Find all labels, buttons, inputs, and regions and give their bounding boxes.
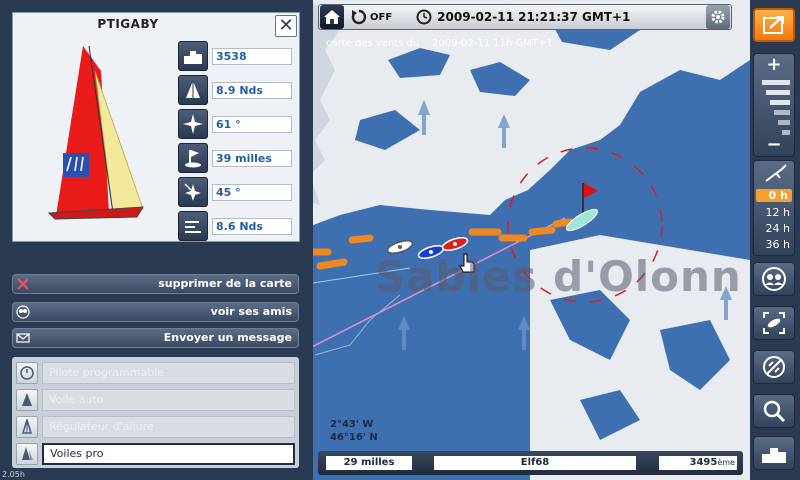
refresh-icon[interactable] bbox=[350, 8, 368, 26]
ranking-button[interactable] bbox=[753, 436, 795, 470]
compass-heading-icon bbox=[178, 109, 208, 139]
settings-button[interactable] bbox=[706, 5, 730, 29]
option-pro-sails[interactable]: Voiles pro bbox=[16, 443, 295, 465]
friends-group-icon bbox=[762, 267, 786, 291]
boat-card: PTIGABY ✕ 3538 8.9 Nds 61 ° 39 milles 45… bbox=[12, 12, 300, 242]
forecast-option-36h[interactable]: 36 h bbox=[754, 238, 794, 251]
longitude: 2°43' W bbox=[330, 419, 374, 430]
wind-map-date: 2009-02-11 11h GMT+1 bbox=[432, 38, 553, 49]
option-label: Pilote programmable bbox=[42, 362, 295, 384]
left-panel: PTIGABY ✕ 3538 8.9 Nds 61 ° 39 milles 45… bbox=[0, 0, 313, 480]
no-route-icon bbox=[763, 356, 785, 378]
distance-flag-icon bbox=[178, 143, 208, 173]
option-wind-vane[interactable]: Régulateur d'allure bbox=[16, 416, 295, 438]
app-version: 2.05h bbox=[2, 470, 25, 479]
map-view[interactable]: Sables d'Olonn carte des vents du 2009-0… bbox=[300, 0, 750, 480]
boat-sail-illustration bbox=[47, 45, 144, 220]
plus-icon: + bbox=[766, 54, 782, 75]
center-target-icon bbox=[763, 312, 785, 334]
option-label: Régulateur d'allure bbox=[42, 416, 295, 438]
send-message-button[interactable]: Envoyer un message bbox=[12, 328, 299, 348]
remove-from-map-label: supprimer de la carte bbox=[158, 277, 292, 290]
zoom-in-button[interactable]: + bbox=[754, 54, 794, 75]
zoom-control[interactable]: + − bbox=[753, 53, 795, 157]
stat-value: 3538 bbox=[212, 47, 292, 65]
close-button[interactable]: ✕ bbox=[275, 15, 297, 37]
forecast-option-12h[interactable]: 12 h bbox=[754, 206, 794, 219]
rank-value: 3495 bbox=[689, 457, 718, 468]
podium-icon bbox=[762, 448, 786, 463]
search-icon bbox=[763, 400, 786, 423]
stat-ranking: 3538 bbox=[178, 41, 292, 71]
center-boat-button[interactable] bbox=[753, 306, 795, 340]
friends-icon bbox=[16, 305, 30, 319]
wind-forecast-icon bbox=[765, 164, 787, 182]
wind-angle-icon bbox=[178, 177, 208, 207]
right-toolbar: + − 0 h 12 h 24 h 36 h bbox=[750, 0, 800, 480]
zoom-level-icon[interactable] bbox=[754, 78, 794, 138]
option-label: Voiles pro bbox=[42, 443, 295, 465]
forecast-option-0h[interactable]: 0 h bbox=[756, 189, 792, 202]
stat-distance: 39 milles bbox=[178, 143, 292, 173]
close-icon: ✕ bbox=[278, 15, 294, 36]
sail-icon bbox=[16, 389, 38, 411]
wind-map-caption: carte des vents du bbox=[326, 38, 420, 49]
ranking-icon bbox=[178, 41, 208, 71]
rank-suffix: ème bbox=[717, 458, 735, 467]
distance-to-arrival: 29 milles bbox=[326, 456, 412, 470]
search-button[interactable] bbox=[753, 394, 795, 428]
expand-window-icon bbox=[763, 16, 784, 34]
latitude: 46°16' N bbox=[330, 432, 378, 443]
wind-vane-icon bbox=[16, 416, 38, 438]
minus-icon: − bbox=[766, 134, 782, 155]
boat-options-panel: Pilote programmable Voile auto Régulateu… bbox=[12, 357, 299, 468]
remove-icon bbox=[17, 278, 29, 290]
friends-button[interactable] bbox=[753, 262, 795, 296]
home-icon bbox=[324, 10, 340, 24]
gear-icon bbox=[711, 10, 725, 24]
forecast-selector: 0 h 12 h 24 h 36 h bbox=[753, 160, 795, 256]
option-label: Voile auto bbox=[42, 389, 295, 411]
stat-heading: 61 ° bbox=[178, 109, 292, 139]
clock-icon bbox=[416, 9, 432, 25]
wind-map-label: carte des vents du 2009-02-11 11h GMT+1 bbox=[326, 38, 553, 49]
see-friends-label: voir ses amis bbox=[210, 305, 292, 318]
option-auto-sail[interactable]: Voile auto bbox=[16, 389, 295, 411]
stat-value: 8.6 Nds bbox=[212, 217, 292, 235]
top-bar: OFF 2009-02-11 21:21:37 GMT+1 bbox=[318, 4, 732, 30]
player-rank: 3495ème bbox=[659, 456, 737, 470]
coordinates: 2°43' W 46°16' N bbox=[330, 418, 378, 444]
stat-wind-speed: 8.6 Nds bbox=[178, 211, 292, 241]
stat-value: 8.9 Nds bbox=[212, 81, 292, 99]
option-autopilot[interactable]: Pilote programmable bbox=[16, 362, 295, 384]
stat-value: 45 ° bbox=[212, 183, 292, 201]
stat-value: 39 milles bbox=[212, 149, 292, 167]
player-name: Elf68 bbox=[434, 456, 636, 470]
wind-speed-icon bbox=[178, 211, 208, 241]
pro-sails-icon bbox=[16, 443, 38, 465]
stat-wind-angle: 45 ° bbox=[178, 177, 292, 207]
see-friends-button[interactable]: voir ses amis bbox=[12, 302, 299, 322]
map-canvas[interactable] bbox=[300, 0, 750, 480]
send-message-label: Envoyer un message bbox=[163, 331, 292, 344]
stat-value: 61 ° bbox=[212, 115, 292, 133]
clock-pilot-icon bbox=[16, 362, 38, 384]
current-datetime: 2009-02-11 21:21:37 GMT+1 bbox=[437, 10, 631, 24]
home-button[interactable] bbox=[320, 5, 344, 29]
envelope-icon bbox=[16, 333, 30, 343]
app-window: Sables d'Olonn carte des vents du 2009-0… bbox=[0, 0, 800, 480]
bottom-status-bar: 29 milles Elf68 3495ème bbox=[318, 451, 743, 475]
hide-trajectories-button[interactable] bbox=[753, 350, 795, 384]
place-label: Sables d'Olonn bbox=[375, 252, 742, 301]
zoom-out-button[interactable]: − bbox=[754, 134, 794, 155]
remove-from-map-button[interactable]: supprimer de la carte bbox=[12, 274, 299, 294]
sail-speed-icon bbox=[178, 75, 208, 105]
stat-boat-speed: 8.9 Nds bbox=[178, 75, 292, 105]
forecast-option-24h[interactable]: 24 h bbox=[754, 222, 794, 235]
auto-refresh-status[interactable]: OFF bbox=[370, 12, 392, 23]
expand-button[interactable] bbox=[753, 8, 795, 42]
boat-name: PTIGABY bbox=[97, 17, 159, 31]
